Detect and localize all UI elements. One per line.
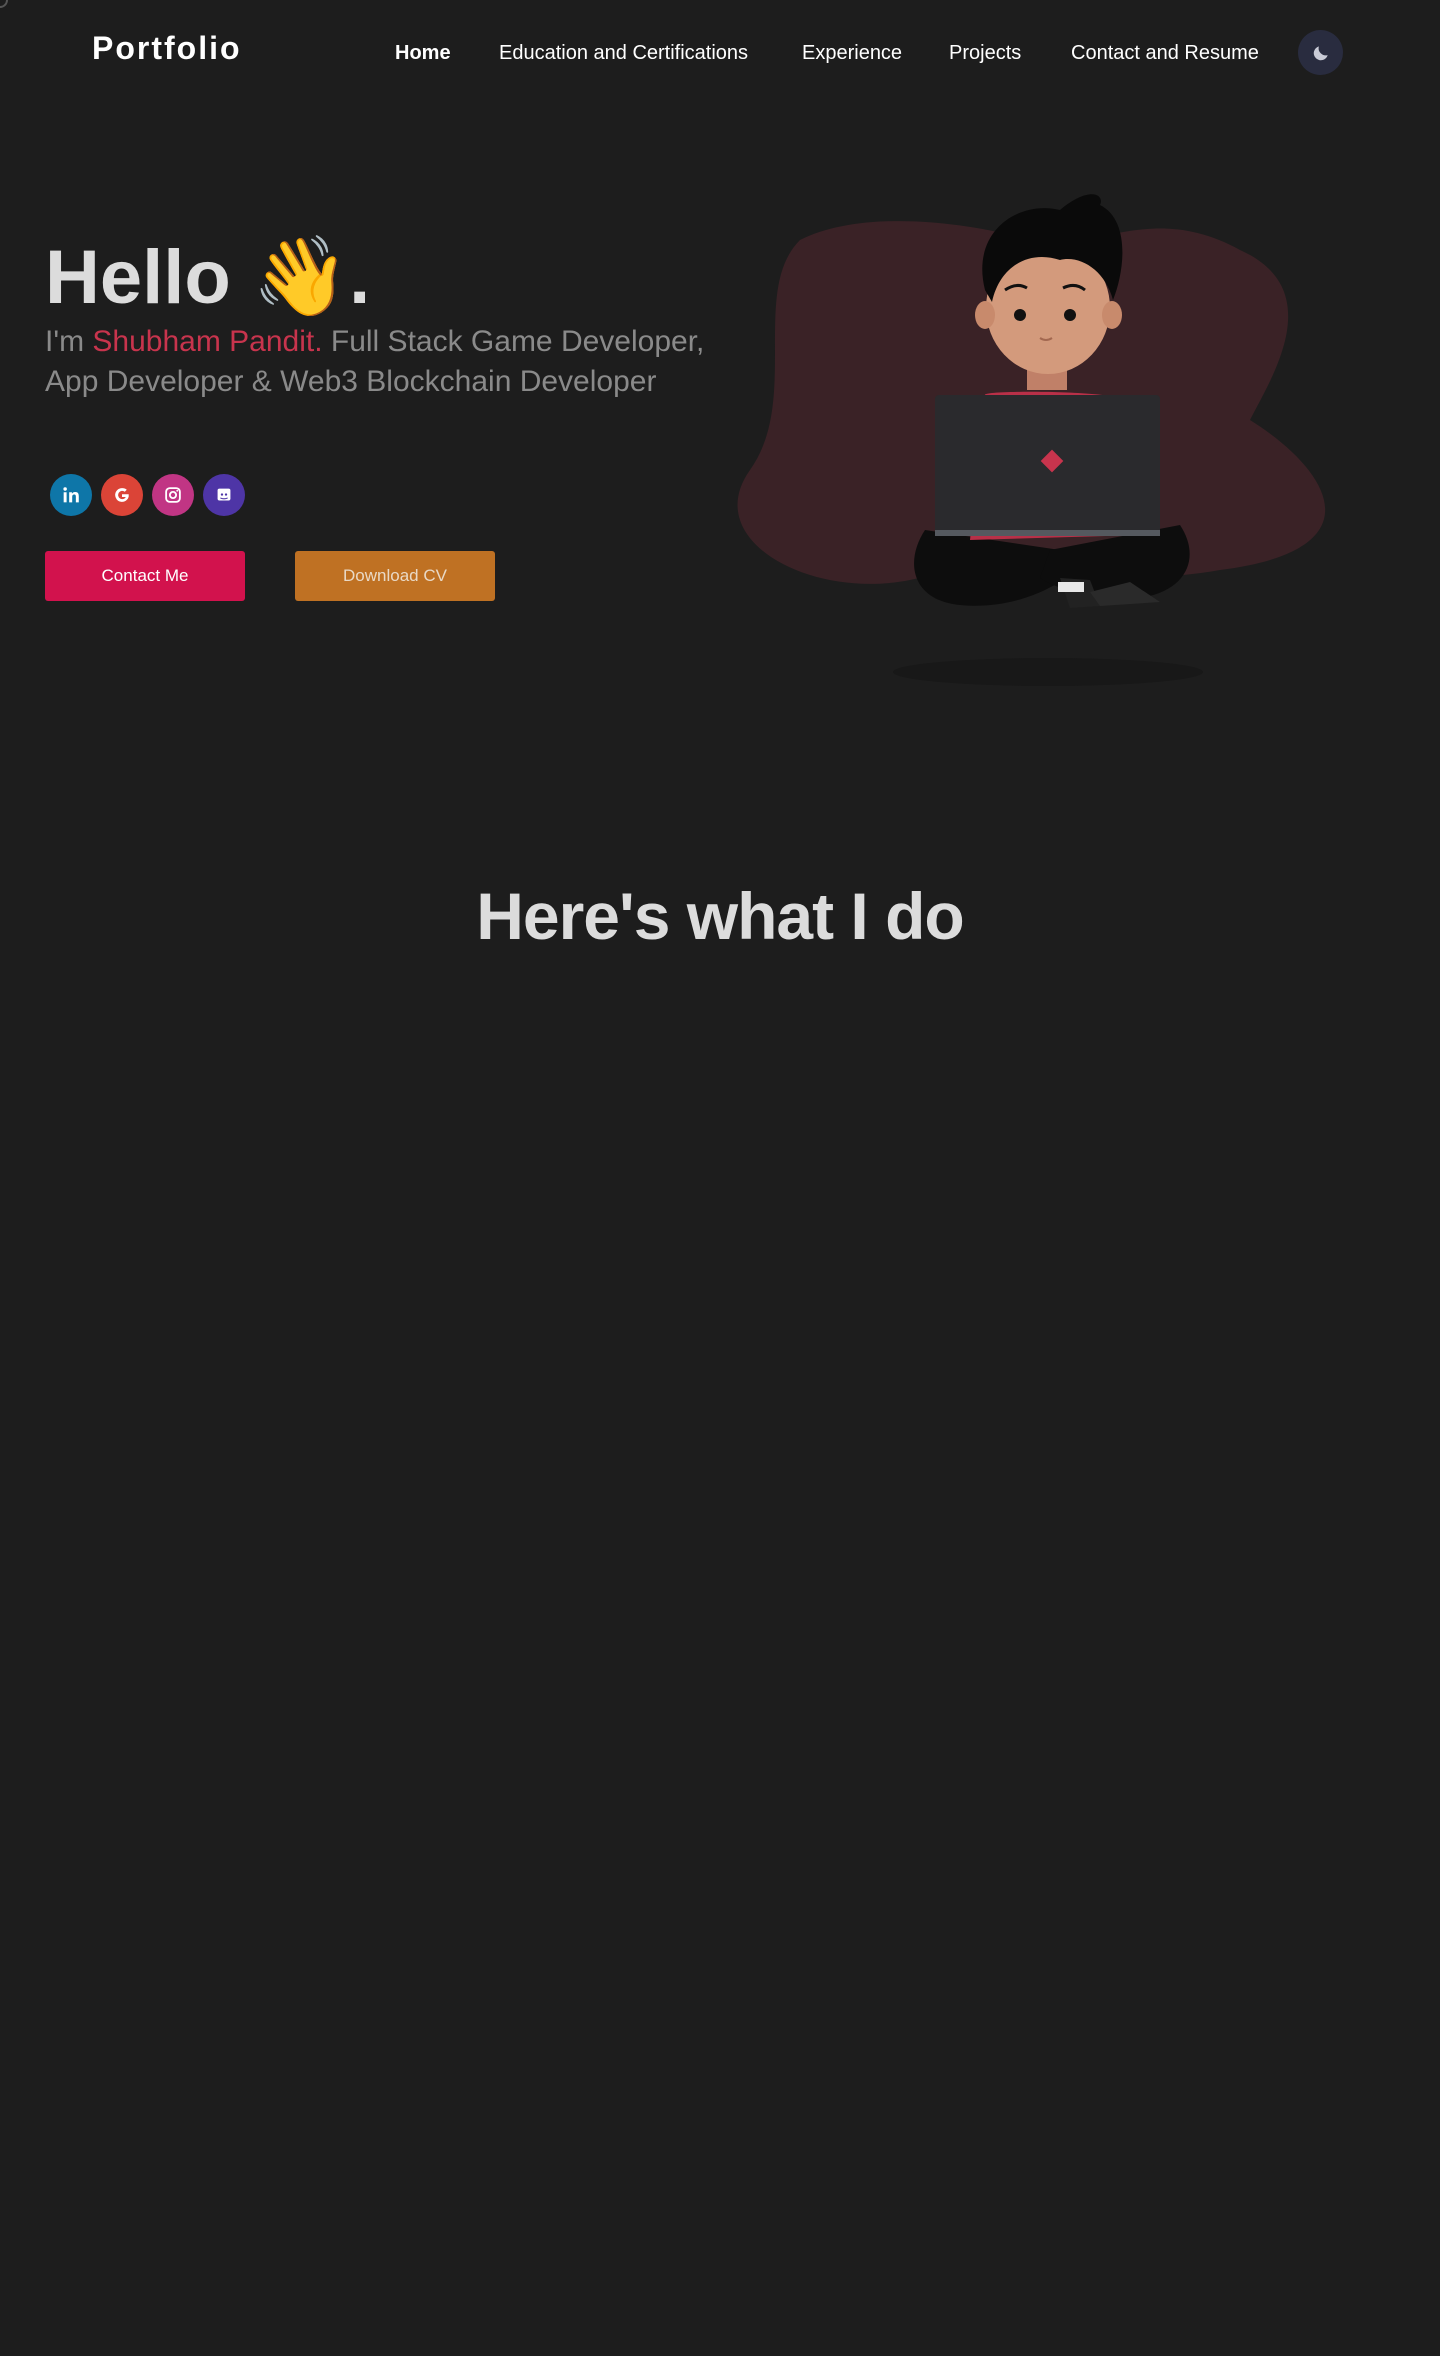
hero-name: Shubham Pandit. [92,325,323,358]
theme-toggle-button[interactable] [1298,30,1343,75]
nav-contact-resume[interactable]: Contact and Resume [1071,40,1259,66]
wave-emoji: 👋 [251,232,350,320]
nav-experience[interactable]: Experience [802,40,902,66]
greeting-text: Hello [45,235,231,320]
section-title: Here's what I do [476,879,964,953]
nav-projects[interactable]: Projects [949,40,1021,66]
site-header: Portfolio Home Education and Certificati… [0,0,1440,105]
google-link[interactable] [101,474,143,516]
greeting-period: . [349,235,371,320]
hero-subtitle: I'm Shubham Pandit. Full Stack Game Deve… [45,322,705,402]
contact-me-button[interactable]: Contact Me [45,551,245,601]
instagram-link[interactable] [152,474,194,516]
nav-education[interactable]: Education and Certifications [499,40,748,66]
discord-link[interactable] [203,474,245,516]
main-nav: Home Education and Certifications Experi… [0,40,1440,70]
moon-icon [1313,45,1328,60]
linkedin-link[interactable] [50,474,92,516]
page: Portfolio Home Education and Certificati… [0,0,1440,2356]
instagram-icon [165,487,181,503]
linkedin-icon [63,487,79,503]
nav-home[interactable]: Home [395,40,451,66]
hero-greeting: Hello 👋. [45,228,370,326]
download-cv-button[interactable]: Download CV [295,551,495,601]
intro-prefix: I'm [45,325,93,358]
google-icon [115,488,129,502]
discord-icon [217,488,231,501]
developer-illustration [730,180,1370,700]
